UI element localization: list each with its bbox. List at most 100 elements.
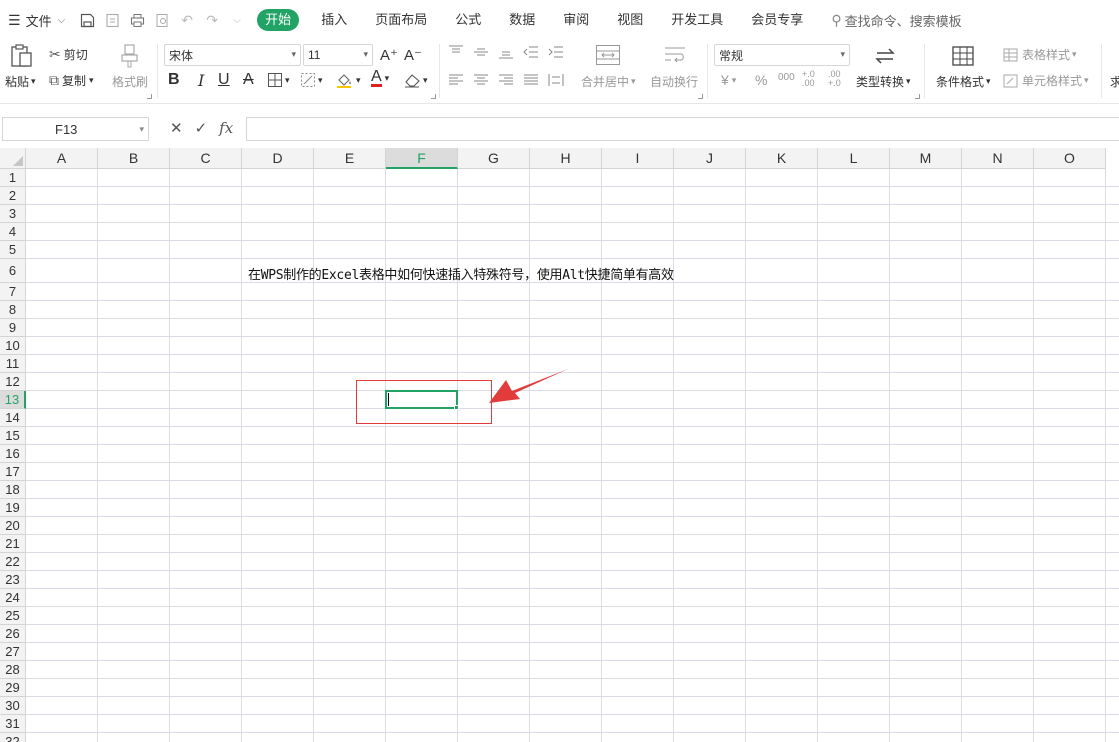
number-dialog-launcher[interactable] [915,94,920,99]
align-middle-button[interactable] [473,45,489,59]
tab-home[interactable]: 开始 [257,9,300,31]
undo-icon[interactable]: ↶ [179,12,195,28]
tab-page-layout[interactable]: 页面布局 [361,9,441,31]
spreadsheet-grid[interactable]: ABCDEFGHIJKLMNO 1 2 3 4 5 6 7 8 9 10 11 12 13 14 15 16 1… [0,148,1119,742]
row-header-29[interactable]: 29 [0,679,26,697]
cancel-icon[interactable]: ✕ [170,119,183,137]
row-header-6[interactable]: 6 [0,259,26,283]
font-name-select[interactable]: 宋体 ▾ [164,44,301,66]
row-header-22[interactable]: 22 [0,553,26,571]
paste-button[interactable]: 粘贴 ▾ [5,73,36,90]
increase-font-button[interactable]: A⁺ [380,46,398,64]
file-menu[interactable]: ☰ 文件 ⌵ [0,0,65,40]
name-box[interactable]: F13 ▾ [2,117,149,141]
format-painter-icon[interactable] [119,43,145,69]
column-header-l[interactable]: L [818,148,890,169]
row-header-8[interactable]: 8 [0,301,26,319]
column-header-j[interactable]: J [674,148,746,169]
insert-function-icon[interactable]: fx [219,119,233,137]
wrap-text-icon[interactable] [662,44,688,70]
fill-color-button[interactable]: ▾ [336,72,361,88]
currency-button[interactable]: ¥ ▾ [721,72,736,88]
column-header-i[interactable]: I [602,148,674,169]
merge-center-icon[interactable] [595,44,621,70]
bold-button[interactable]: B [168,71,180,89]
command-search[interactable]: ⚲ 查找命令、搜索模板 [831,11,961,30]
decrease-font-button[interactable]: A⁻ [404,46,422,64]
row-header-25[interactable]: 25 [0,607,26,625]
tab-developer[interactable]: 开发工具 [657,9,737,31]
row-header-12[interactable]: 12 [0,373,26,391]
tab-review[interactable]: 审阅 [549,9,603,31]
sum-button[interactable]: 求 [1110,73,1119,90]
row-header-19[interactable]: 19 [0,499,26,517]
column-header-m[interactable]: M [890,148,962,169]
formula-input[interactable] [246,117,1119,141]
row-header-15[interactable]: 15 [0,427,26,445]
clipboard-dialog-launcher[interactable] [147,94,152,99]
column-header-f[interactable]: F [386,148,458,169]
export-pdf-icon[interactable] [104,12,120,28]
row-header-24[interactable]: 24 [0,589,26,607]
row-header-32[interactable]: 32 [0,733,26,742]
column-header-e[interactable]: E [314,148,386,169]
row-header-13[interactable]: 13 [0,391,26,409]
column-header-o[interactable]: O [1034,148,1106,169]
conditional-format-icon[interactable] [951,44,977,70]
row-header-18[interactable]: 18 [0,481,26,499]
row-header-30[interactable]: 30 [0,697,26,715]
column-header-b[interactable]: B [98,148,170,169]
table-style-button[interactable]: 表格样式 ▾ [1003,46,1077,63]
print-icon[interactable] [129,12,145,28]
row-header-31[interactable]: 31 [0,715,26,733]
row-header-9[interactable]: 9 [0,319,26,337]
cut-button[interactable]: ✂ 剪切 [49,46,88,63]
column-header-n[interactable]: N [962,148,1034,169]
row-header-10[interactable]: 10 [0,337,26,355]
row-header-27[interactable]: 27 [0,643,26,661]
underline-button[interactable]: U [218,71,230,89]
fill-pattern-button[interactable]: ▾ [300,72,323,88]
tab-insert[interactable]: 插入 [307,9,361,31]
save-icon[interactable] [79,12,95,28]
confirm-icon[interactable]: ✓ [195,119,208,137]
row-header-28[interactable]: 28 [0,661,26,679]
row-header-21[interactable]: 21 [0,535,26,553]
row-header-7[interactable]: 7 [0,283,26,301]
row-header-23[interactable]: 23 [0,571,26,589]
decrease-indent-button[interactable] [523,45,539,59]
row-header-26[interactable]: 26 [0,625,26,643]
type-convert-icon[interactable] [873,44,899,70]
column-header-k[interactable]: K [746,148,818,169]
copy-button[interactable]: ⧉ 复制 ▾ [49,72,94,89]
row-header-3[interactable]: 3 [0,205,26,223]
font-size-select[interactable]: 11 ▾ [303,44,373,66]
alignment-dialog-launcher[interactable] [698,94,703,99]
row-header-4[interactable]: 4 [0,223,26,241]
row-header-5[interactable]: 5 [0,241,26,259]
row-header-11[interactable]: 11 [0,355,26,373]
row-header-17[interactable]: 17 [0,463,26,481]
chevron-down-icon[interactable]: ⌵ [229,12,245,28]
percent-button[interactable]: % [755,72,767,88]
tab-formulas[interactable]: 公式 [441,9,495,31]
font-dialog-launcher[interactable] [431,94,436,99]
align-center-button[interactable] [473,73,489,87]
redo-icon[interactable]: ↷ [204,12,220,28]
italic-button[interactable]: I [198,71,204,90]
align-left-button[interactable] [448,73,464,87]
format-painter-button[interactable]: 格式刷 [112,73,148,90]
number-format-select[interactable]: 常规 ▾ [714,44,850,66]
strikethrough-button[interactable]: A [243,71,254,89]
wrap-text-button[interactable]: 自动换行 [650,73,698,90]
tab-data[interactable]: 数据 [495,9,549,31]
row-header-16[interactable]: 16 [0,445,26,463]
font-color-button[interactable]: A ▾ [371,69,389,87]
increase-indent-button[interactable] [548,45,564,59]
column-header-h[interactable]: H [530,148,602,169]
type-convert-button[interactable]: 类型转换 ▾ [856,73,911,90]
row-header-20[interactable]: 20 [0,517,26,535]
merge-center-button[interactable]: 合并居中 ▾ [581,73,636,90]
cell-style-button[interactable]: 单元格样式 ▾ [1003,72,1089,89]
increase-decimal-button[interactable]: +.0 .00 [802,70,820,88]
